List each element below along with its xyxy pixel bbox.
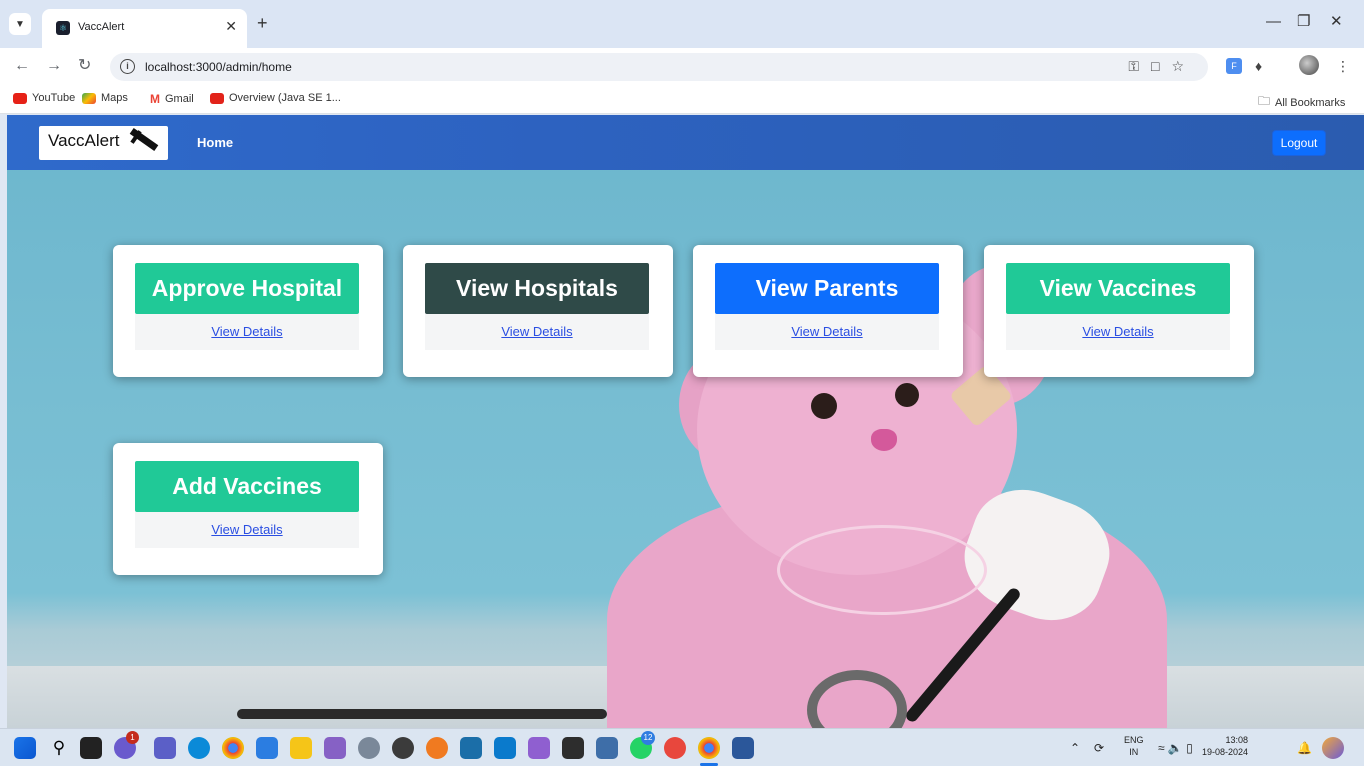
copilot-icon[interactable] [1322, 737, 1344, 759]
menu-icon[interactable]: ⋮ [1336, 58, 1350, 75]
brave-icon[interactable] [664, 737, 686, 759]
search-icon[interactable]: ⚲ [48, 737, 70, 759]
logout-button[interactable]: Logout [1272, 130, 1326, 156]
word-icon[interactable] [732, 737, 754, 759]
gmail-icon: M [150, 92, 160, 106]
edge-icon[interactable] [188, 737, 210, 759]
app-icon[interactable] [460, 737, 482, 759]
task-view-icon[interactable] [80, 737, 102, 759]
chrome-active-icon[interactable] [698, 737, 720, 759]
sync-icon[interactable]: ⟳ [1094, 741, 1104, 755]
visual-studio-icon[interactable] [324, 737, 346, 759]
extension-icon[interactable]: F [1226, 58, 1242, 74]
tray-chevron-icon[interactable]: ⌃ [1070, 741, 1080, 755]
terminal-icon[interactable] [562, 737, 584, 759]
card-view-vaccines: View Vaccines View Details [984, 245, 1254, 377]
window-close-icon[interactable]: ✕ [1330, 14, 1343, 29]
card-footer: View Details [715, 314, 939, 350]
stethoscope-cable [237, 709, 607, 719]
card-footer: View Details [135, 314, 359, 350]
forward-icon[interactable]: → [46, 58, 62, 74]
visual-studio-2-icon[interactable] [528, 737, 550, 759]
card-footer: View Details [135, 512, 359, 548]
whatsapp-badge: 12 [641, 731, 655, 745]
notepad-icon[interactable] [596, 737, 618, 759]
chrome-icon[interactable] [222, 737, 244, 759]
new-tab-button[interactable]: + [257, 14, 268, 32]
avatar[interactable] [1299, 55, 1319, 75]
card-title: View Vaccines [1006, 263, 1230, 314]
bookmark-gmail[interactable]: M Gmail [150, 92, 194, 106]
close-icon[interactable]: ✕ [225, 18, 237, 35]
tab-title: VaccAlert [78, 21, 125, 33]
restore-icon[interactable]: ❐ [1297, 14, 1310, 29]
card-footer: View Details [425, 314, 649, 350]
reload-icon[interactable]: ↻ [78, 58, 91, 74]
top-navbar: VaccAlert Home Logout [7, 115, 1364, 170]
network-sound-battery-icons[interactable]: ≈ 🔈 ▯ [1158, 741, 1193, 755]
maps-icon [82, 92, 96, 104]
folder-icon: 🗀 [1258, 94, 1271, 108]
brand-logo[interactable]: VaccAlert [39, 126, 168, 160]
address-bar-actions[interactable]: ⚿□☆ [1128, 58, 1196, 75]
bookmark-java-docs[interactable]: Overview (Java SE 1... [210, 92, 341, 104]
minimize-icon[interactable]: — [1266, 14, 1281, 29]
clock[interactable]: 13:08 19-08-2024 [1202, 734, 1248, 758]
bookmark-maps[interactable]: Maps [82, 92, 128, 104]
view-details-link[interactable]: View Details [791, 324, 862, 339]
back-icon[interactable]: ← [14, 58, 30, 74]
view-details-link[interactable]: View Details [501, 324, 572, 339]
tab-search-button[interactable]: ▼ [9, 13, 31, 35]
card-approve-hospital: Approve Hospital View Details [113, 245, 383, 377]
postman-icon[interactable] [426, 737, 448, 759]
teddy-bear-nose [871, 429, 897, 451]
view-details-link[interactable]: View Details [1082, 324, 1153, 339]
app-page: VaccAlert Home Logout Approve Hospital V… [7, 115, 1364, 728]
extensions-icon[interactable]: ♦ [1255, 58, 1262, 74]
taskbar: ⚲ 1 12 ⌃ ⟳ ENG IN ≈ 🔈 ▯ 13:08 19-08-2024… [0, 728, 1364, 766]
settings-icon[interactable] [358, 737, 380, 759]
bookmark-youtube[interactable]: YouTube [13, 92, 75, 104]
tab-strip: ▼ ⚛ VaccAlert ✕ + — ❐ ✕ [0, 0, 1364, 48]
teams-icon[interactable] [154, 737, 176, 759]
card-add-vaccines: Add Vaccines View Details [113, 443, 383, 575]
start-icon[interactable] [14, 737, 36, 759]
notification-badge: 1 [126, 731, 139, 744]
card-view-parents: View Parents View Details [693, 245, 963, 377]
url-text: localhost:3000/admin/home [145, 60, 292, 74]
notification-bell-icon[interactable]: 🔔 [1297, 741, 1312, 755]
card-title: Approve Hospital [135, 263, 359, 314]
card-title: View Parents [715, 263, 939, 314]
nav-link-home[interactable]: Home [197, 135, 233, 150]
active-tab[interactable]: ⚛ VaccAlert ✕ [42, 9, 247, 48]
youtube-icon [13, 92, 27, 104]
view-details-link[interactable]: View Details [211, 522, 282, 537]
bookmarks-bar: YouTube Maps M Gmail Overview (Java SE 1… [0, 86, 1364, 114]
card-view-hospitals: View Hospitals View Details [403, 245, 673, 377]
teddy-bear-eye [895, 383, 919, 407]
browser-toolbar: ← → ↻ i localhost:3000/admin/home ⚿□☆ ♦ … [0, 48, 1364, 86]
ribbon-bow [777, 525, 987, 615]
card-footer: View Details [1006, 314, 1230, 350]
obs-icon[interactable] [392, 737, 414, 759]
all-bookmarks[interactable]: 🗀 All Bookmarks [1258, 92, 1345, 113]
view-details-link[interactable]: View Details [211, 324, 282, 339]
language-indicator[interactable]: ENG IN [1124, 734, 1144, 758]
card-title: View Hospitals [425, 263, 649, 314]
store-icon[interactable] [256, 737, 278, 759]
oracle-icon [210, 92, 224, 104]
vscode-icon[interactable] [494, 737, 516, 759]
teddy-bear-eye [811, 393, 837, 419]
react-icon: ⚛ [56, 21, 70, 35]
card-title: Add Vaccines [135, 461, 359, 512]
address-bar[interactable]: i localhost:3000/admin/home ⚿□☆ [110, 53, 1208, 81]
file-explorer-icon[interactable] [290, 737, 312, 759]
site-info-icon[interactable]: i [120, 59, 135, 74]
